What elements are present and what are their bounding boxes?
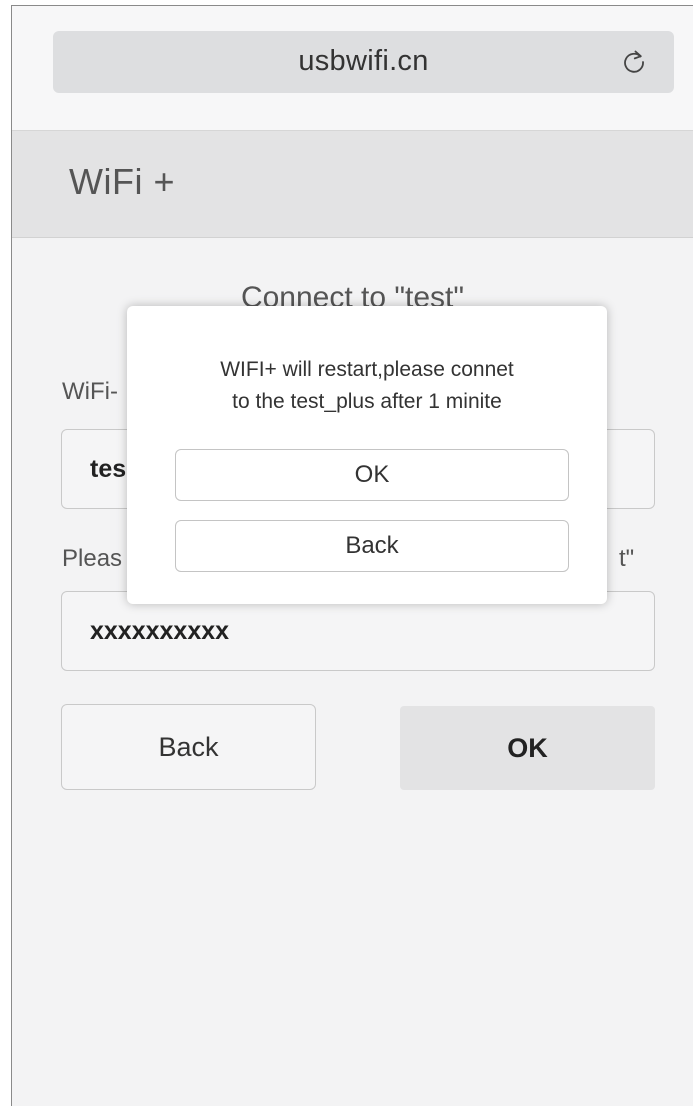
address-bar[interactable]: usbwifi.cn [53, 31, 674, 93]
dialog-ok-button[interactable]: OK [175, 449, 569, 501]
restart-dialog: WIFI+ will restart,please connet to the … [127, 306, 607, 604]
password-label-end: t" [619, 545, 635, 572]
refresh-icon[interactable] [620, 48, 648, 76]
dialog-back-button[interactable]: Back [175, 520, 569, 572]
app-header: WiFi + [12, 131, 693, 238]
app-title: WiFi + [69, 161, 175, 202]
browser-bar: usbwifi.cn [12, 6, 693, 131]
password-label: Pleas [62, 545, 123, 572]
dialog-message-line1: WIFI+ will restart,please connet [220, 358, 514, 381]
ssid-label: WiFi- [62, 378, 118, 405]
dialog-message: WIFI+ will restart,please connet to the … [127, 354, 607, 418]
back-button[interactable]: Back [61, 704, 316, 790]
ok-button[interactable]: OK [400, 706, 655, 790]
dialog-message-line2: to the test_plus after 1 minite [232, 390, 502, 413]
url-text: usbwifi.cn [298, 45, 429, 77]
